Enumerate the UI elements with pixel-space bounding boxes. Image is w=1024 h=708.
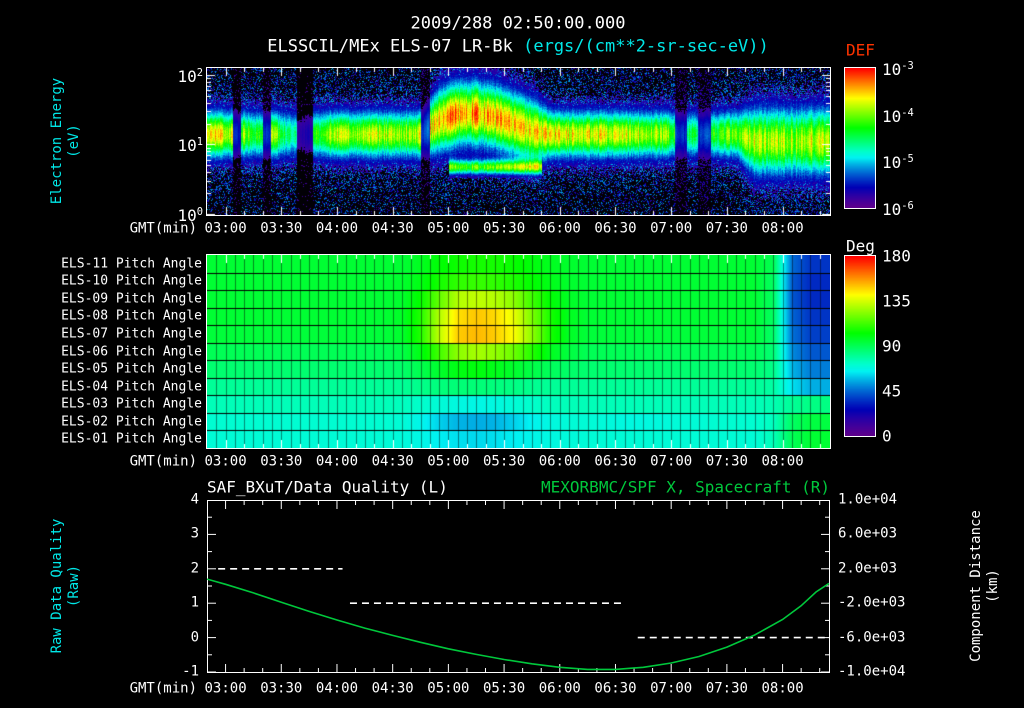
colorbar-tick-label: 45 — [882, 381, 902, 401]
y-tick-label: -1 — [182, 663, 199, 680]
x-tick-label: 05:30 — [482, 453, 526, 470]
colorbar-tick-label: 10-3 — [882, 59, 914, 80]
x-tick-label: 08:00 — [761, 453, 804, 470]
axis-label-line: (Raw) — [66, 564, 82, 608]
colorbar-tick-label: 10-4 — [882, 106, 914, 126]
y-tick-label: 3 — [190, 525, 199, 542]
gmt-axis-label: GMT(min) — [129, 453, 197, 470]
y-tick-label: -2.0e+03 — [838, 594, 906, 611]
x-tick-label: 03:00 — [204, 220, 247, 237]
axis-label-line: (eV) — [66, 124, 82, 158]
title-line2: ELSSCIL/MEx ELS-07 LR-Bk (ergs/(cm**2-sr… — [267, 36, 769, 57]
x-tick-label: 05:00 — [427, 220, 470, 237]
x-tick-label: 03:30 — [260, 220, 303, 237]
x-tick-label: 08:00 — [761, 680, 804, 697]
x-tick-label: 07:00 — [650, 680, 693, 697]
x-tick-label: 07:00 — [650, 453, 693, 470]
title-units-label: (ergs/(cm**2-sr-sec-eV)) — [512, 36, 769, 57]
distance-curve — [207, 578, 830, 671]
y-tick-label: 4 — [190, 491, 199, 508]
x-tick-label: 03:30 — [260, 680, 303, 697]
def-colorbar-canvas — [844, 67, 876, 209]
pitch-angle-canvas — [206, 254, 831, 449]
x-tick-label: 06:30 — [594, 680, 637, 697]
bottom-title-right: MEXORBMC/SPF X, Spacecraft (R) — [541, 477, 830, 497]
colorbar-tick-label: 180 — [882, 246, 911, 266]
y-tick-label: 2 — [190, 560, 199, 577]
pitch-row-label: ELS-06 Pitch Angle — [61, 344, 202, 359]
axis-label-line: (km) — [985, 569, 1001, 603]
colorbar-tick-label: 10-5 — [882, 153, 914, 173]
x-tick-label: 04:00 — [315, 680, 359, 697]
x-tick-label: 04:30 — [371, 220, 414, 237]
x-tick-label: 05:00 — [427, 680, 470, 697]
title-datetime: 2009/288 02:50:00.000 — [410, 13, 626, 34]
spectrogram-y-axis-label: Electron Energy (eV) — [49, 78, 83, 204]
x-tick-label: 03:00 — [204, 680, 247, 697]
x-tick-label: 06:00 — [538, 453, 581, 470]
pitch-row-label: ELS-08 Pitch Angle — [61, 308, 202, 324]
y-tick-label: 1.0e+04 — [838, 491, 898, 508]
x-tick-label: 05:30 — [482, 680, 526, 697]
y-tick-label: 100 — [177, 205, 203, 226]
x-tick-label: 03:00 — [204, 453, 247, 470]
x-tick-label: 04:30 — [371, 680, 414, 697]
colorbar-tick-label: 10-6 — [882, 199, 914, 220]
colorbar-tick-label: 90 — [882, 336, 902, 356]
pitch-row-label: ELS-01 Pitch Angle — [61, 431, 202, 447]
pitch-row-label: ELS-03 Pitch Angle — [61, 396, 202, 412]
y-tick-label: 101 — [177, 136, 203, 156]
pitch-row-label: ELS-07 Pitch Angle — [61, 326, 202, 342]
x-tick-label: 05:30 — [482, 220, 526, 237]
y-tick-label: 1 — [190, 594, 199, 611]
x-tick-label: 06:00 — [538, 220, 581, 237]
y-tick-label: -1.0e+04 — [838, 663, 906, 680]
x-tick-label: 04:00 — [315, 453, 359, 470]
pitch-row-label: ELS-11 Pitch Angle — [61, 256, 202, 272]
gmt-axis-label: GMT(min) — [129, 680, 197, 697]
pitch-row-label: ELS-10 Pitch Angle — [61, 273, 202, 289]
x-tick-label: 07:30 — [705, 680, 748, 697]
x-tick-label: 07:30 — [705, 220, 748, 237]
x-tick-label: 04:00 — [315, 220, 359, 237]
x-tick-label: 06:30 — [594, 220, 637, 237]
x-tick-label: 06:30 — [594, 453, 637, 470]
pitch-row-label: ELS-04 Pitch Angle — [61, 379, 202, 395]
x-tick-label: 07:00 — [650, 220, 693, 237]
axis-label-line: Electron Energy — [49, 77, 65, 205]
bottom-title-left: SAF_BXuT/Data Quality (L) — [207, 477, 448, 497]
y-tick-label: 0 — [190, 629, 199, 646]
deg-colorbar-label: Deg — [846, 236, 875, 256]
science-plot-screen: 2009/288 02:50:00.000 ELSSCIL/MEx ELS-07… — [0, 0, 1024, 708]
colorbar-tick-label: 0 — [882, 426, 892, 446]
y-tick-label: -6.0e+03 — [838, 629, 906, 646]
distance-y-axis-label: Component Distance (km) — [968, 510, 1002, 662]
x-tick-label: 05:00 — [427, 453, 470, 470]
x-tick-label: 04:30 — [371, 453, 414, 470]
deg-colorbar-canvas — [844, 255, 876, 437]
plot-frame — [207, 500, 830, 673]
y-tick-label: 2.0e+03 — [838, 560, 898, 577]
x-tick-label: 03:30 — [260, 453, 303, 470]
spectrogram-canvas — [206, 67, 831, 216]
title-instrument: ELSSCIL/MEx ELS-07 LR-Bk — [267, 36, 513, 57]
y-tick-label: 102 — [177, 66, 203, 87]
x-tick-label: 08:00 — [761, 220, 804, 237]
y-tick-label: 6.0e+03 — [838, 525, 898, 542]
def-colorbar-label: DEF — [846, 40, 875, 60]
axis-label-line: Raw Data Quality — [49, 518, 65, 654]
axis-label-line: Component Distance — [968, 510, 984, 662]
pitch-row-label: ELS-05 Pitch Angle — [61, 361, 202, 377]
pitch-row-label: ELS-02 Pitch Angle — [61, 414, 202, 430]
quality-distance-svg — [207, 500, 830, 673]
quality-y-axis-label: Raw Data Quality (Raw) — [49, 519, 83, 654]
pitch-row-label: ELS-09 Pitch Angle — [61, 291, 202, 307]
x-tick-label: 06:00 — [538, 680, 581, 697]
colorbar-tick-label: 135 — [882, 291, 911, 311]
x-tick-label: 07:30 — [705, 453, 748, 470]
